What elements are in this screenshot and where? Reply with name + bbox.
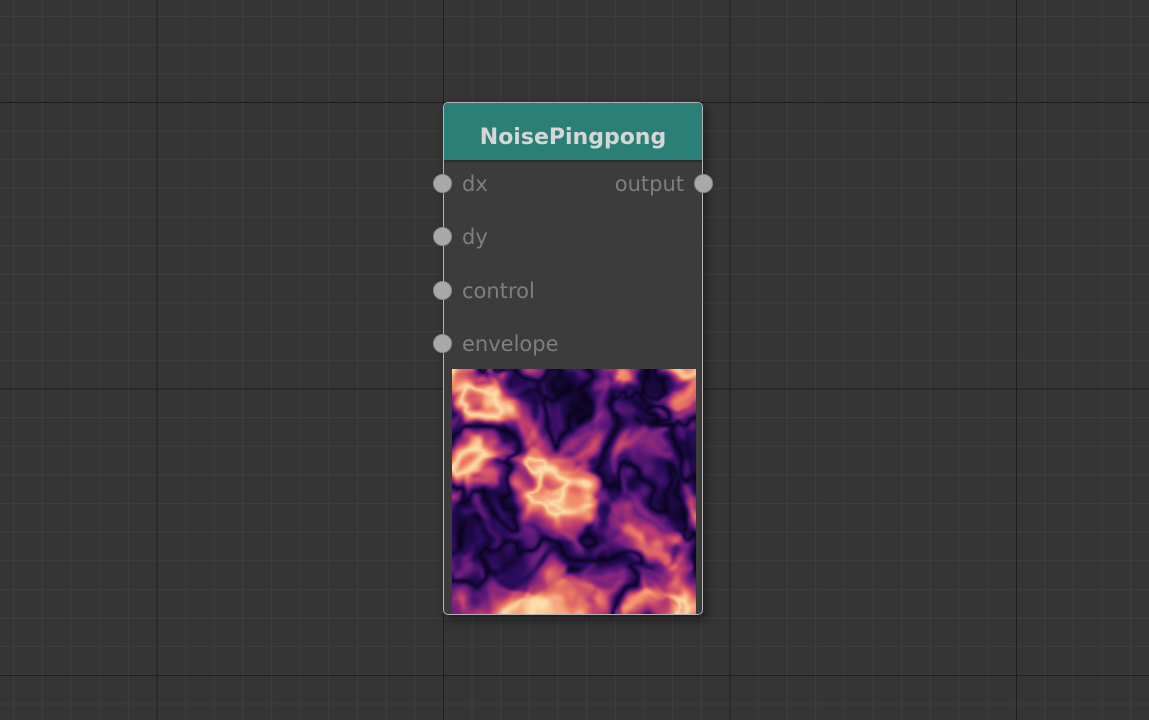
input-label-envelope: envelope (462, 332, 559, 356)
input-port-dx[interactable] (433, 174, 452, 193)
port-row-control: control (433, 276, 702, 306)
node-title: NoisePingpong (479, 124, 667, 150)
input-port-envelope[interactable] (433, 334, 452, 353)
port-row-dy: dy (433, 222, 702, 252)
input-port-dy[interactable] (433, 227, 452, 246)
output-label: output (614, 172, 684, 196)
input-label-dx: dx (462, 172, 488, 196)
node-header[interactable]: NoisePingpong (444, 103, 702, 162)
port-row-envelope: envelope (433, 329, 702, 359)
port-row-dx: dx output (433, 169, 713, 199)
noise-pingpong-node[interactable]: NoisePingpong dx output dy control envel… (433, 102, 713, 615)
input-port-control[interactable] (433, 281, 452, 300)
input-label-dy: dy (462, 225, 488, 249)
node-graph-canvas[interactable]: NoisePingpong dx output dy control envel… (0, 0, 1149, 720)
input-label-control: control (462, 279, 535, 303)
output-port[interactable] (694, 174, 713, 193)
noise-preview-image (452, 369, 696, 614)
